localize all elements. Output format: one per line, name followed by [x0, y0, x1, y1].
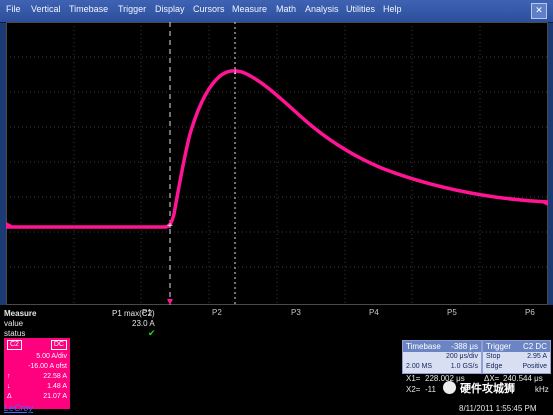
trigger-badges: C2 DC [522, 342, 547, 351]
measure-title: Measure [4, 309, 37, 318]
menu-trigger[interactable]: Trigger [118, 4, 146, 14]
menu-cursors[interactable]: Cursors [193, 4, 225, 14]
pin-label: P2 [212, 308, 222, 317]
waveform-display[interactable]: ↓ + [6, 22, 548, 305]
channel-row-value: 1.48 A [47, 383, 67, 390]
pin-label: P6 [525, 308, 535, 317]
trigger-slope: Positive [522, 363, 547, 370]
channel-name: C2 [7, 340, 22, 350]
cursor-x1-label: X1= [406, 374, 421, 383]
trigger-mode: Stop [486, 353, 501, 360]
pin-label: P4 [369, 308, 379, 317]
waveform-grid: ↓ + [6, 22, 548, 305]
trigger-level: 2.95 A [527, 353, 547, 360]
trigger-type: Edge [486, 363, 503, 370]
menu-display[interactable]: Display [155, 4, 185, 14]
watermark-icon [443, 381, 456, 394]
trigger-descriptor[interactable]: Trigger C2 DC Stop 2.95 A Edge Positive [482, 340, 551, 374]
menu-bar: File Vertical Timebase Trigger Display C… [0, 0, 553, 23]
pin-label: P5 [447, 308, 457, 317]
cursor-cross-icon: + [167, 221, 173, 232]
close-icon[interactable]: ✕ [531, 3, 547, 19]
channel-row-value: 21.07 A [43, 393, 67, 400]
menu-math[interactable]: Math [276, 4, 296, 14]
cursor-x2-value: -11 [425, 385, 436, 394]
menu-measure[interactable]: Measure [232, 4, 267, 14]
channel-row-value: 22.58 A [43, 373, 67, 380]
measure-status-label: status [4, 329, 26, 338]
timebase-header: Timebase -388 μs [403, 341, 481, 352]
waveform-trace [6, 69, 548, 229]
timebase-descriptor[interactable]: Timebase -388 μs 200 μs/div 2.00 MS 1.0 … [402, 340, 482, 374]
measure-value-label: value [4, 319, 24, 328]
channel-c2-descriptor[interactable]: C2 DC 5.00 A/div -16.00 A ofst ↑ 22.58 A… [4, 338, 70, 409]
trigger-header: Trigger C2 DC [483, 341, 550, 352]
timebase-title: Timebase [406, 342, 441, 351]
watermark-text: 硬件攻城狮 [460, 383, 515, 395]
timebase-delay: -388 μs [451, 342, 478, 351]
channel-volts-div: 5.00 A/div [36, 353, 67, 360]
menu-file[interactable]: File [6, 4, 21, 14]
timebase-samples: 2.00 MS [406, 363, 433, 370]
timebase-per-div: 200 μs/div [445, 353, 478, 360]
menu-analysis[interactable]: Analysis [305, 4, 339, 14]
brand-logo[interactable]: LeCroy [4, 403, 33, 413]
pin-label: P3 [291, 308, 301, 317]
check-icon: ✔ [148, 328, 156, 338]
cursor-freq-unit: kHz [535, 385, 549, 394]
menu-utilities[interactable]: Utilities [346, 4, 375, 14]
menu-help[interactable]: Help [383, 4, 402, 14]
menu-timebase[interactable]: Timebase [69, 4, 108, 14]
trigger-title: Trigger [486, 342, 512, 351]
channel-row-label: ↓ [7, 383, 11, 390]
measure-param-name[interactable]: P1 max(C2) [112, 309, 155, 318]
datetime: 8/11/2011 1:55:45 PM [459, 404, 537, 413]
timebase-sample-rate: 1.0 GS/s [450, 363, 478, 370]
channel-row-label: ↑ [7, 373, 11, 380]
channel-row-label: Δ [7, 393, 12, 400]
channel-coupling-badge: DC [50, 340, 67, 350]
cursor-x2-label: X2= [406, 385, 421, 394]
measure-param-value: 23.0 A [132, 319, 155, 328]
channel-offset: -16.00 A ofst [28, 363, 67, 370]
menu-vertical[interactable]: Vertical [31, 4, 61, 14]
peak-marker-icon: ↓ [233, 66, 238, 77]
